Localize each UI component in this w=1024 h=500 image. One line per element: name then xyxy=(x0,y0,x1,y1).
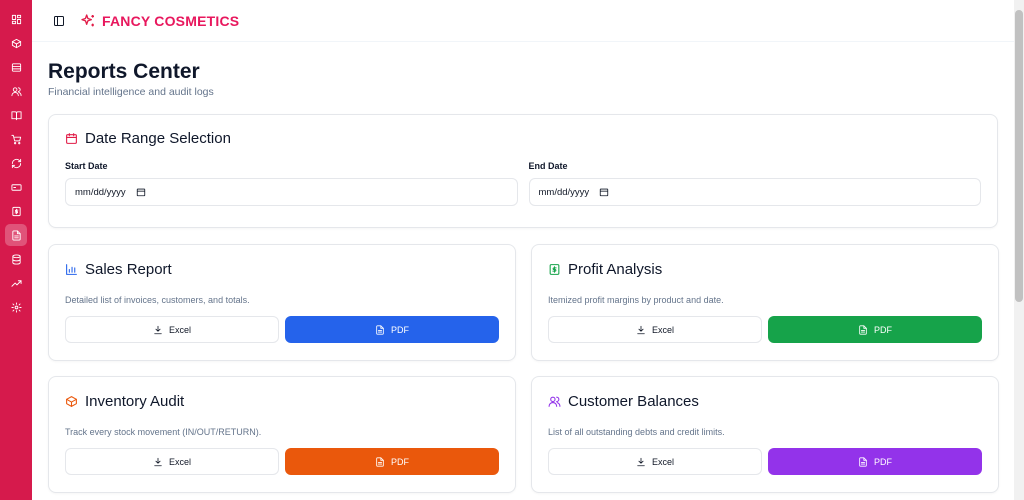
sidebar-item-database[interactable] xyxy=(5,248,27,270)
file-text-icon xyxy=(859,324,867,335)
brand[interactable]: FANCY COSMETICS xyxy=(80,13,239,29)
pdf-label: PDF xyxy=(391,456,409,467)
excel-label: Excel xyxy=(651,456,674,467)
file-text-icon xyxy=(859,456,867,467)
sales-excel-button[interactable]: Excel xyxy=(65,316,279,343)
customer-balances-title: Customer Balances xyxy=(568,393,699,410)
file-text-icon xyxy=(376,324,384,335)
archive-icon xyxy=(11,62,21,72)
sales-report-card: Sales Report Detailed list of invoices, … xyxy=(48,244,516,361)
calendar-icon xyxy=(66,133,77,144)
end-date-value: mm/dd/yyyy xyxy=(538,186,590,198)
excel-label: Excel xyxy=(651,324,674,335)
download-icon xyxy=(637,325,645,334)
download-icon xyxy=(637,457,645,466)
pdf-label: PDF xyxy=(874,456,892,467)
bar-chart-icon xyxy=(66,264,77,275)
file-text-icon xyxy=(11,229,21,241)
dollar-note-icon xyxy=(11,206,21,216)
scrollbar-thumb[interactable] xyxy=(1015,10,1023,302)
start-date-value: mm/dd/yyyy xyxy=(75,186,126,198)
inventory-audit-title: Inventory Audit xyxy=(85,393,185,410)
main-content: Reports Center Financial intelligence an… xyxy=(48,42,999,493)
start-date-input[interactable]: mm/dd/yyyy xyxy=(65,178,518,206)
profit-analysis-title: Profit Analysis xyxy=(568,261,663,278)
sidebar-item-reports[interactable] xyxy=(5,224,27,246)
sales-pdf-button[interactable]: PDF xyxy=(285,316,499,343)
sales-report-description: Detailed list of invoices, customers, an… xyxy=(65,295,250,305)
sparkles-icon xyxy=(81,13,94,26)
page-title: Reports Center xyxy=(48,60,200,83)
package-icon xyxy=(66,396,77,407)
app-root: FANCY COSMETICS Reports Center Financial… xyxy=(0,0,1024,500)
date-range-card: Date Range Selection Start Date mm/dd/yy… xyxy=(48,114,998,228)
pdf-label: PDF xyxy=(874,324,892,335)
sidebar-item-payments[interactable] xyxy=(5,176,27,198)
inventory-audit-description: Track every stock movement (IN/OUT/RETUR… xyxy=(65,427,262,437)
sidebar-item-orders[interactable] xyxy=(5,128,27,150)
dashboard-icon xyxy=(11,14,21,24)
pdf-label: PDF xyxy=(391,324,409,335)
settings-icon xyxy=(10,301,22,313)
box-icon xyxy=(11,38,21,48)
inventory-pdf-button[interactable]: PDF xyxy=(285,448,499,475)
dollar-box-icon xyxy=(549,264,560,275)
calendar-picker-icon[interactable] xyxy=(599,187,609,197)
brand-name: FANCY COSMETICS xyxy=(102,12,240,29)
sidebar-item-settings[interactable] xyxy=(5,296,27,318)
sidebar-item-users[interactable] xyxy=(5,80,27,102)
sidebar-item-analytics[interactable] xyxy=(5,272,27,294)
cart-icon xyxy=(10,134,21,144)
refresh-icon xyxy=(11,158,21,168)
sidebar-item-catalog[interactable] xyxy=(5,104,27,126)
download-icon xyxy=(154,457,162,466)
customers-excel-button[interactable]: Excel xyxy=(548,448,762,475)
customer-balances-card: Customer Balances List of all outstandin… xyxy=(531,376,999,493)
sidebar-item-dashboard[interactable] xyxy=(5,8,27,30)
excel-label: Excel xyxy=(168,456,191,467)
users-icon xyxy=(10,86,22,96)
calendar-picker-icon[interactable] xyxy=(136,187,146,197)
sidebar xyxy=(0,0,32,500)
date-range-title: Date Range Selection xyxy=(85,130,231,147)
panel-left-icon xyxy=(54,15,64,26)
customers-pdf-button[interactable]: PDF xyxy=(768,448,982,475)
profit-analysis-card: Profit Analysis Itemized profit margins … xyxy=(531,244,999,361)
download-icon xyxy=(154,325,162,334)
sales-report-title: Sales Report xyxy=(85,261,172,278)
sidebar-item-finance[interactable] xyxy=(5,200,27,222)
profit-excel-button[interactable]: Excel xyxy=(548,316,762,343)
inventory-excel-button[interactable]: Excel xyxy=(65,448,279,475)
top-bar: FANCY COSMETICS xyxy=(32,0,1014,42)
profit-pdf-button[interactable]: PDF xyxy=(768,316,982,343)
page-scrollbar[interactable] xyxy=(1014,0,1024,500)
start-date-field: Start Date mm/dd/yyyy xyxy=(65,161,518,206)
sidebar-item-products[interactable] xyxy=(5,32,27,54)
end-date-label: End Date xyxy=(528,161,568,171)
end-date-input[interactable]: mm/dd/yyyy xyxy=(528,178,981,206)
excel-label: Excel xyxy=(168,324,191,335)
trending-up-icon xyxy=(10,279,22,287)
users-icon xyxy=(548,396,561,407)
customer-balances-description: List of all outstanding debts and credit… xyxy=(548,427,725,437)
file-text-icon xyxy=(376,456,384,467)
end-date-field: End Date mm/dd/yyyy xyxy=(528,161,981,206)
wallet-icon xyxy=(10,183,22,191)
book-icon xyxy=(10,110,22,120)
profit-analysis-description: Itemized profit margins by product and d… xyxy=(548,295,724,305)
sidebar-item-returns[interactable] xyxy=(5,152,27,174)
inventory-audit-card: Inventory Audit Track every stock moveme… xyxy=(48,376,516,493)
database-icon xyxy=(11,253,21,265)
sidebar-item-warehouse[interactable] xyxy=(5,56,27,78)
page-subtitle: Financial intelligence and audit logs xyxy=(48,86,214,98)
start-date-label: Start Date xyxy=(65,161,108,171)
sidebar-toggle-button[interactable] xyxy=(52,14,66,28)
